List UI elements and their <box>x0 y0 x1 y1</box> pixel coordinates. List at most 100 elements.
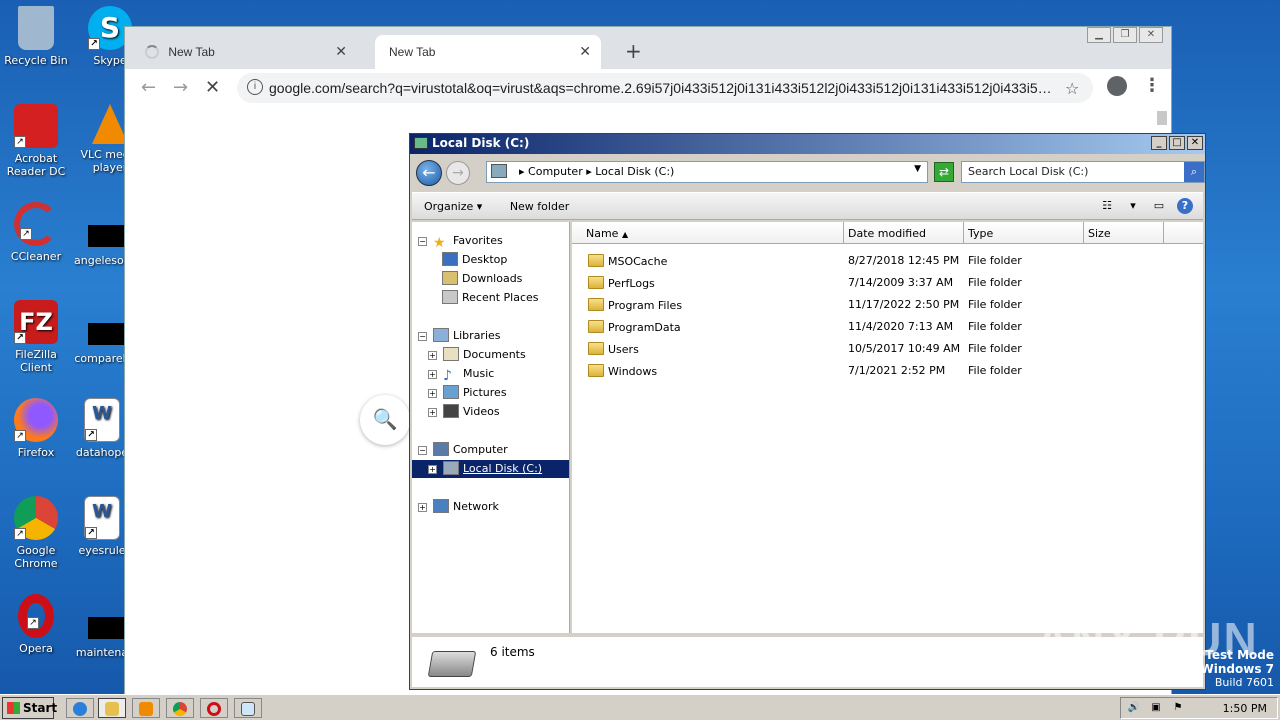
new-folder-button[interactable]: New folder <box>510 200 569 213</box>
breadcrumb-local-disk[interactable]: Local Disk (C:) <box>595 165 674 178</box>
desktop-icon-firefox[interactable]: ↗ Firefox <box>0 398 72 459</box>
taskbar-ie[interactable] <box>66 698 94 718</box>
search-icon[interactable]: ⌕ <box>1184 162 1204 182</box>
clock[interactable]: 1:50 PM <box>1223 702 1267 715</box>
restore-button[interactable]: ❐ <box>1113 27 1137 43</box>
column-type[interactable]: Type <box>964 222 1084 244</box>
collapse-icon[interactable]: − <box>418 332 427 341</box>
close-window-button[interactable]: ✕ <box>1187 136 1203 150</box>
close-tab-icon[interactable]: ✕ <box>335 43 347 60</box>
view-dropdown-icon[interactable]: ▾ <box>1125 198 1141 214</box>
column-size[interactable]: Size <box>1084 222 1164 244</box>
refresh-icon[interactable]: ⇄ <box>934 162 954 182</box>
explorer-window-controls: _ □ ✕ <box>1149 136 1203 150</box>
desktop-icon-angelesob[interactable]: angelesob <box>74 254 131 267</box>
taskbar-notepad[interactable] <box>234 698 262 718</box>
folder-icon <box>588 320 604 333</box>
desktop-icon-acrobat[interactable]: ↗ Acrobat Reader DC <box>0 104 72 178</box>
nav-computer[interactable]: − Computer <box>418 441 508 459</box>
desktop-icon-filezilla[interactable]: FZ ↗ FileZilla Client <box>0 300 72 374</box>
file-row[interactable]: ProgramData 11/4/2020 7:13 AM File folder <box>572 316 1203 338</box>
url-text: google.com/search?q=virustotal&oq=virust… <box>269 80 1052 96</box>
desktop-icon-opera[interactable]: ↗ Opera <box>0 594 72 655</box>
hard-drive-icon <box>427 651 477 677</box>
address-dropdown-icon[interactable]: ▼ <box>914 164 921 174</box>
nav-network[interactable]: + Network <box>418 498 499 516</box>
tab-new-tab-loading[interactable]: New Tab ✕ <box>131 35 357 69</box>
maximize-button[interactable]: □ <box>1169 136 1185 150</box>
chrome-menu-icon[interactable]: ⋮ <box>1143 75 1161 96</box>
site-info-icon[interactable]: i <box>247 79 263 95</box>
taskbar-chrome[interactable] <box>166 698 194 718</box>
preview-pane-icon[interactable]: ▭ <box>1151 198 1167 214</box>
expand-icon[interactable]: + <box>428 389 437 398</box>
file-row[interactable]: PerfLogs 7/14/2009 3:37 AM File folder <box>572 272 1203 294</box>
expand-icon[interactable]: + <box>428 408 437 417</box>
desktop-icon-chrome[interactable]: ↗ Google Chrome <box>0 496 72 570</box>
collapse-icon[interactable]: − <box>418 237 427 246</box>
organize-button[interactable]: Organize ▾ <box>424 200 482 213</box>
desktop-icon-eyesrule[interactable]: W ↗ eyesrule <box>74 496 130 557</box>
new-tab-button[interactable]: + <box>625 39 642 63</box>
nav-local-disk[interactable]: + Local Disk (C:) <box>412 460 569 478</box>
minimize-button[interactable]: _ <box>1151 136 1167 150</box>
nav-recent-places[interactable]: Recent Places <box>442 289 539 307</box>
help-icon[interactable]: ? <box>1177 198 1193 214</box>
forward-arrow-icon[interactable]: → <box>173 77 188 98</box>
file-row[interactable]: MSOCache 8/27/2018 12:45 PM File folder <box>572 250 1203 272</box>
firefox-icon: ↗ <box>14 398 58 442</box>
close-window-button[interactable]: ✕ <box>1139 27 1163 43</box>
expand-icon[interactable]: + <box>428 351 437 360</box>
nav-music[interactable]: + ♪ Music <box>428 365 494 384</box>
recycle-bin-icon <box>18 6 54 50</box>
bookmark-star-icon[interactable]: ☆ <box>1065 79 1079 98</box>
address-bar[interactable]: ▸ Computer ▸ Local Disk (C:) ▼ <box>486 161 928 183</box>
nav-videos[interactable]: + Videos <box>428 403 500 421</box>
file-row[interactable]: Program Files 11/17/2022 2:50 PM File fold… <box>572 294 1203 316</box>
desktop-icon-recycle-bin[interactable]: Recycle Bin <box>0 6 72 67</box>
item-count: 6 items <box>490 645 535 659</box>
nav-favorites[interactable]: − ★ Favorites <box>418 232 503 251</box>
expand-icon[interactable]: + <box>428 465 437 474</box>
expand-icon[interactable]: + <box>418 503 427 512</box>
nav-pictures[interactable]: + Pictures <box>428 384 507 402</box>
stop-loading-icon[interactable]: ✕ <box>205 77 220 98</box>
expand-icon[interactable]: + <box>428 370 437 379</box>
nav-libraries[interactable]: − Libraries <box>418 327 501 345</box>
file-row[interactable]: Windows 7/1/2021 2:52 PM File folder <box>572 360 1203 382</box>
search-input[interactable]: Search Local Disk (C:) ⌕ <box>961 161 1205 183</box>
search-icon[interactable]: 🔍 <box>360 395 410 445</box>
desktop-icon-ccleaner[interactable]: ↗ CCleaner <box>0 202 72 263</box>
explorer-window: Local Disk (C:) _ □ ✕ ← → ▸ Computer ▸ L… <box>409 133 1206 690</box>
network-icon[interactable]: ▣ <box>1149 701 1163 715</box>
breadcrumb-computer[interactable]: Computer <box>528 165 583 178</box>
collapse-icon[interactable]: − <box>418 446 427 455</box>
action-center-flag-icon[interactable]: ⚑ <box>1171 701 1185 715</box>
desktop-icon-compareb[interactable]: compareb <box>74 352 130 365</box>
nav-documents[interactable]: + Documents <box>428 346 526 364</box>
nav-downloads[interactable]: Downloads <box>442 270 522 288</box>
nav-desktop[interactable]: Desktop <box>442 251 507 269</box>
change-view-icon[interactable]: ☷ <box>1099 198 1115 214</box>
back-arrow-icon[interactable]: ← <box>141 77 156 98</box>
taskbar-explorer[interactable] <box>98 698 126 718</box>
forward-arrow-icon[interactable]: → <box>446 161 470 185</box>
profile-avatar-icon[interactable] <box>1107 76 1127 96</box>
file-row[interactable]: Users 10/5/2017 10:49 AM File folder <box>572 338 1203 360</box>
taskbar-media-player[interactable] <box>132 698 160 718</box>
address-bar[interactable]: i google.com/search?q=virustotal&oq=viru… <box>237 73 1093 103</box>
scrollbar-up[interactable] <box>1157 111 1167 125</box>
tab-new-tab-active[interactable]: New Tab ✕ <box>375 35 601 69</box>
music-icon: ♪ <box>443 368 452 384</box>
file-type: File folder <box>968 298 1022 311</box>
back-arrow-icon[interactable]: ← <box>416 160 442 186</box>
volume-icon[interactable]: 🔊 <box>1127 701 1141 715</box>
desktop-icon-maintena[interactable]: maintena <box>74 646 130 659</box>
column-name[interactable]: Name ▲ <box>572 222 844 244</box>
column-date-modified[interactable]: Date modified <box>844 222 964 244</box>
desktop-icon-datahope[interactable]: W ↗ datahope <box>74 398 130 459</box>
start-button[interactable]: Start <box>2 697 57 719</box>
close-tab-icon[interactable]: ✕ <box>579 43 591 60</box>
minimize-button[interactable]: ▁ <box>1087 27 1111 43</box>
taskbar-opera[interactable] <box>200 698 228 718</box>
